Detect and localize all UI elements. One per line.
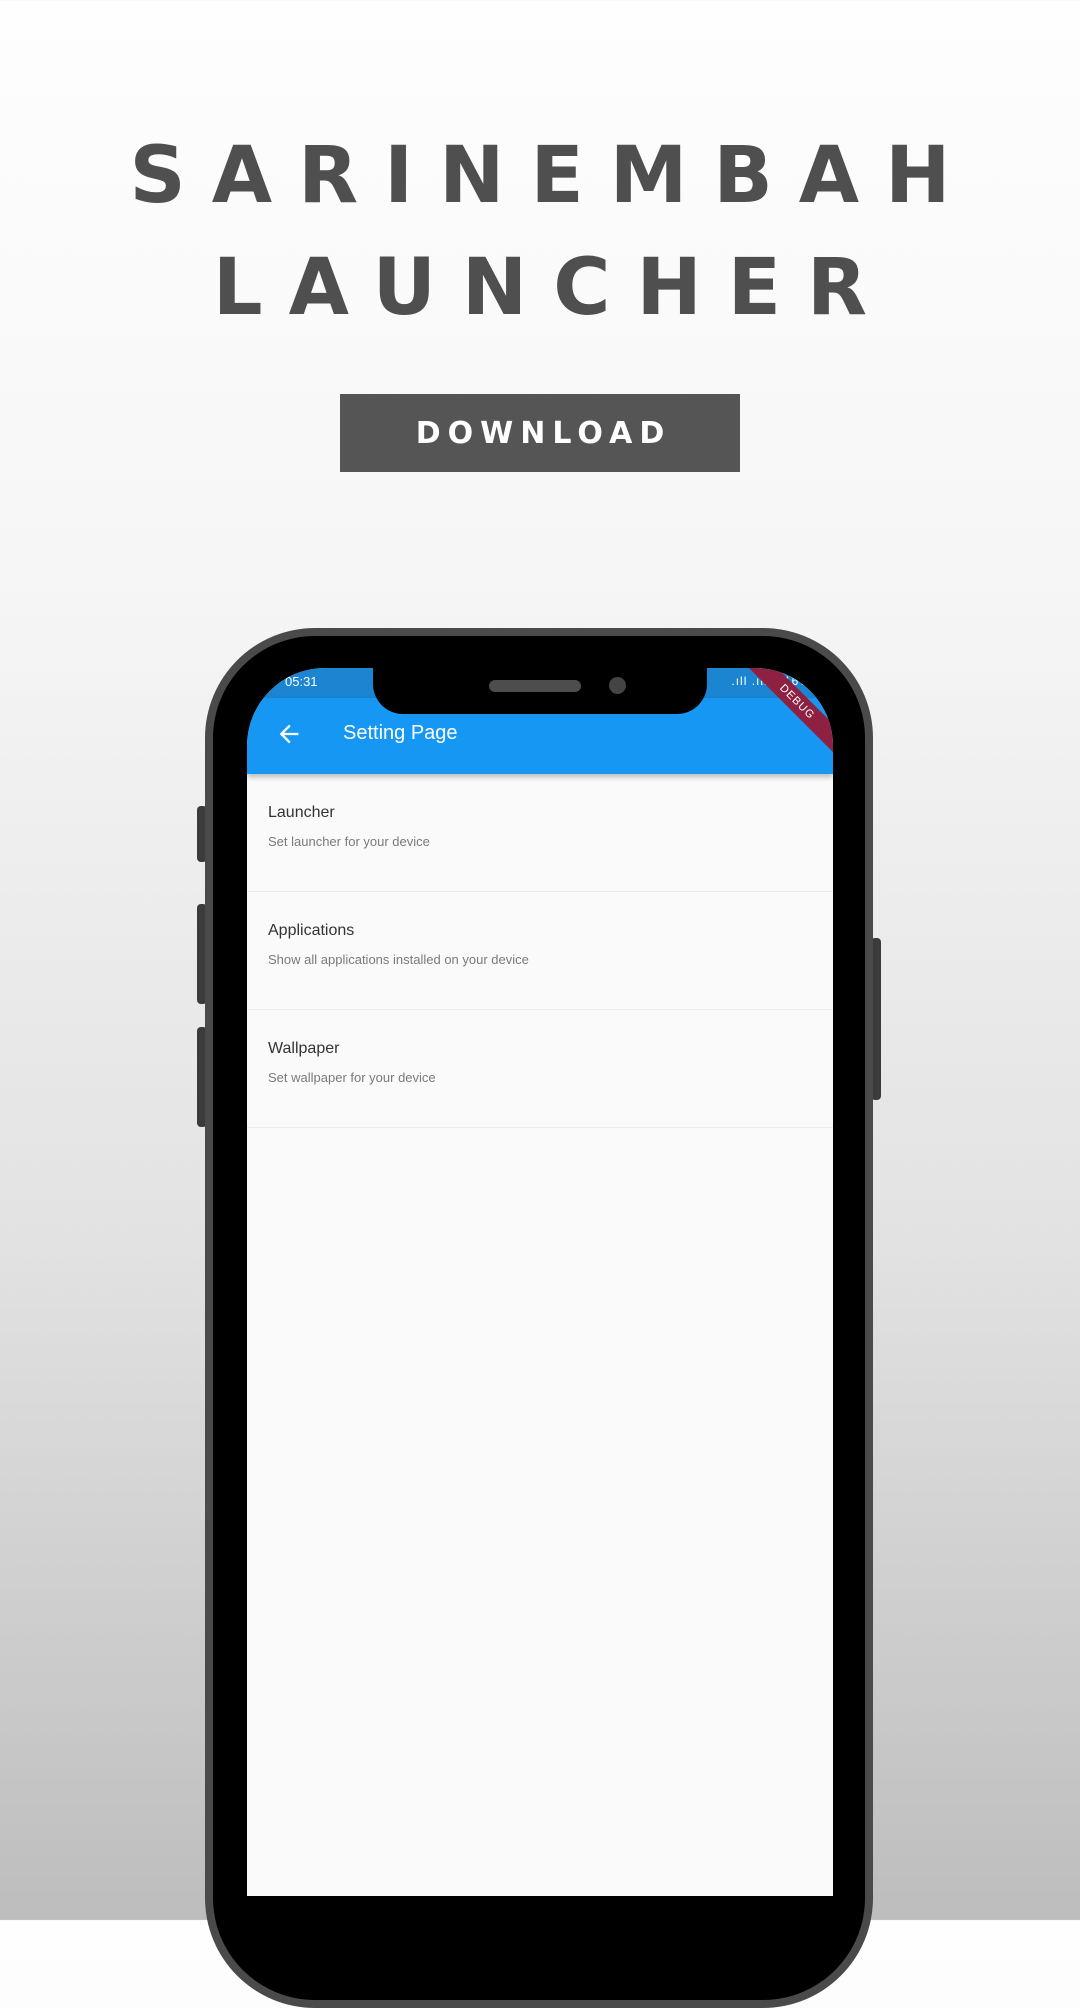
settings-item-title: Launcher [268,804,335,821]
settings-item-subtitle: Show all applications installed on your … [268,952,529,967]
settings-list: Launcher Set launcher for your device Ap… [247,774,833,1128]
settings-item-title: Applications [268,922,355,939]
front-camera-icon [609,677,626,694]
settings-item-subtitle: Set wallpaper for your device [268,1070,436,1085]
arrow-left-icon-glyph [279,724,299,744]
status-time: 05:31 [285,674,318,689]
settings-item-title: Wallpaper [268,1040,340,1057]
hero-title-line-2: LAUNCHER [212,243,894,333]
settings-item-launcher[interactable]: Launcher Set launcher for your device [247,774,833,892]
download-button[interactable]: DOWNLOAD [340,394,740,472]
settings-item-subtitle: Set launcher for your device [268,834,430,849]
speaker-icon [489,680,581,692]
hero-title: SARINEMBAH LAUNCHER [0,120,1080,344]
arrow-left-icon[interactable] [269,714,309,754]
settings-item-applications[interactable]: Applications Show all applications insta… [247,892,833,1010]
phone-screen: 05:31 .ıll .ıll ▮ 16% Setting Page DEBUG… [247,668,833,1896]
settings-item-wallpaper[interactable]: Wallpaper Set wallpaper for your device [247,1010,833,1128]
hero-title-line-1: SARINEMBAH [129,131,977,221]
page-title: Setting Page [343,722,458,744]
